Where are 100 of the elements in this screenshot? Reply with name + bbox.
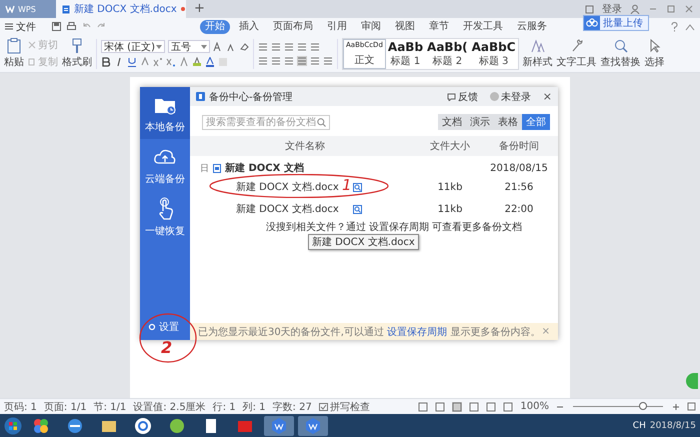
tab-title: 新建 DOCX 文档.docx: [74, 2, 177, 16]
styles-icon[interactable]: [530, 38, 546, 54]
window-icon[interactable]: [585, 4, 594, 14]
font-size-dropdown[interactable]: 五号: [168, 40, 210, 53]
ribbon-tab[interactable]: 开始: [200, 20, 230, 34]
zoom-percent[interactable]: 100%: [520, 401, 549, 412]
status-text: 页码: 1: [4, 400, 37, 414]
annotation-circle: [139, 313, 197, 363]
ribbon-tab[interactable]: 云服务: [512, 20, 552, 34]
file-size: 11kb: [436, 182, 464, 192]
preview-icon[interactable]: [352, 204, 362, 214]
status-text: 节: 1/1: [94, 400, 126, 414]
browser-icon[interactable]: [66, 416, 84, 434]
close-button[interactable]: ×: [542, 90, 552, 103]
font-name-dropdown[interactable]: 宋体 (正文): [101, 40, 165, 53]
retention-link[interactable]: 设置保存周期: [387, 326, 448, 338]
file-menu[interactable]: 文件: [5, 20, 36, 34]
floating-button[interactable]: [686, 373, 698, 389]
login-link[interactable]: 登录: [602, 2, 622, 16]
paste-button[interactable]: 粘贴: [4, 38, 24, 69]
ribbon-tool-button[interactable]: 文字工具: [556, 38, 597, 69]
expand-toggle[interactable]: 日: [200, 162, 209, 174]
backup-time: 21:56: [504, 182, 534, 192]
style-preset[interactable]: AaBb( 标题 2: [425, 38, 470, 68]
save-icon[interactable]: [52, 22, 61, 31]
bold-icon[interactable]: [101, 57, 111, 67]
status-text: 列: 1: [242, 400, 266, 414]
ribbon-tab[interactable]: 页面布局: [268, 20, 318, 34]
wps-app-icon[interactable]: [304, 416, 322, 434]
new-tab-button[interactable]: +: [186, 0, 213, 18]
ribbon-tool-button[interactable]: 选择: [644, 38, 665, 69]
justify-icon[interactable]: [297, 56, 307, 66]
column-header: 备份时间: [498, 140, 540, 153]
close-icon[interactable]: [684, 4, 694, 14]
file-name[interactable]: 新建 DOCX 文档.docx: [236, 180, 339, 194]
cloud-share-icon[interactable]: [584, 16, 600, 30]
file-size: 11kb: [436, 204, 464, 214]
ribbon-tab[interactable]: 插入: [234, 20, 264, 34]
avatar-icon[interactable]: [630, 4, 640, 14]
ribbon-tool-button[interactable]: 查找替换: [600, 38, 641, 69]
start-orb-icon[interactable]: [4, 416, 22, 434]
highlight-icon[interactable]: [192, 57, 202, 67]
style-preset[interactable]: AaBbC 标题 3: [470, 38, 518, 68]
document-tab[interactable]: 新建 DOCX 文档.docx: [56, 0, 186, 18]
language-indicator[interactable]: CH: [632, 420, 646, 430]
eraser-icon[interactable]: [239, 42, 249, 51]
format-painter-button[interactable]: 格式刷: [62, 38, 92, 69]
ribbon-tool-button[interactable]: 新样式: [522, 38, 553, 69]
status-text: 行: 1: [212, 400, 236, 414]
filter-tab[interactable]: 文档: [438, 114, 466, 130]
underline-icon[interactable]: [127, 57, 137, 67]
maximize-icon[interactable]: [666, 4, 676, 14]
caret-icon[interactable]: [156, 44, 162, 48]
word-doc-icon[interactable]: [213, 164, 221, 172]
circle-app-icon[interactable]: [168, 416, 186, 434]
print-icon[interactable]: [67, 22, 76, 31]
ribbon-tab[interactable]: 开发工具: [458, 20, 508, 34]
document-icon[interactable]: [62, 4, 70, 14]
backup-app-icon[interactable]: [196, 92, 205, 101]
feedback-link[interactable]: 反馈: [446, 90, 478, 104]
slider-thumb[interactable]: [639, 402, 648, 410]
sidebar-item[interactable]: 一键恢复: [140, 191, 190, 243]
search-icon[interactable]: [317, 118, 326, 126]
ribbon-tab[interactable]: 视图: [390, 20, 420, 34]
column-header: 文件大小: [429, 140, 471, 153]
unsaved-dot-icon[interactable]: [180, 7, 185, 11]
wps-app-icon[interactable]: [270, 416, 288, 434]
chat-icon[interactable]: [446, 92, 456, 100]
settings-button[interactable]: 设置: [140, 316, 190, 338]
caret-icon[interactable]: [201, 44, 207, 48]
grow-font-icon[interactable]: [213, 42, 223, 51]
filter-tab[interactable]: 表格: [494, 114, 522, 130]
status-text: 设置值: 2.5厘米: [133, 400, 206, 414]
ribbon-tab[interactable]: 引用: [322, 20, 352, 34]
ribbon-tab[interactable]: 章节: [424, 20, 454, 34]
filter-tab[interactable]: 全部: [522, 114, 550, 130]
sidebar-item[interactable]: 本地备份: [140, 87, 190, 139]
status-text: 页面: 1/1: [44, 400, 87, 414]
style-preset[interactable]: AaBb 标题 1: [386, 38, 426, 68]
subscript-icon[interactable]: [166, 57, 176, 67]
tooltip: 新建 DOCX 文档.docx: [308, 234, 419, 250]
menu-icon[interactable]: [5, 23, 13, 30]
superscript-icon[interactable]: [153, 57, 163, 67]
filter-tab[interactable]: 演示: [466, 114, 494, 130]
spell-check-button[interactable]: 拼写检查: [318, 400, 370, 414]
upload-popup[interactable]: 批量上传: [583, 15, 649, 31]
ribbon-tab[interactable]: 审阅: [356, 20, 386, 34]
login-link[interactable]: 未登录: [490, 90, 531, 104]
spell-icon[interactable]: [318, 402, 328, 410]
preview-icon[interactable]: [352, 182, 362, 192]
wps-logo-icon[interactable]: [5, 5, 15, 13]
dialog-title: 备份中心-备份管理: [209, 90, 293, 104]
colorful-app-icon[interactable]: [32, 416, 50, 434]
help-icon[interactable]: [670, 22, 679, 32]
file-name[interactable]: 新建 DOCX 文档.docx: [236, 202, 339, 216]
search-icon[interactable]: [612, 38, 629, 54]
collapse-icon[interactable]: [685, 22, 695, 30]
zoom-in-icon[interactable]: [672, 402, 680, 410]
sidebar-item[interactable]: 云端备份: [140, 139, 190, 191]
clipboard-icon[interactable]: [6, 38, 22, 54]
